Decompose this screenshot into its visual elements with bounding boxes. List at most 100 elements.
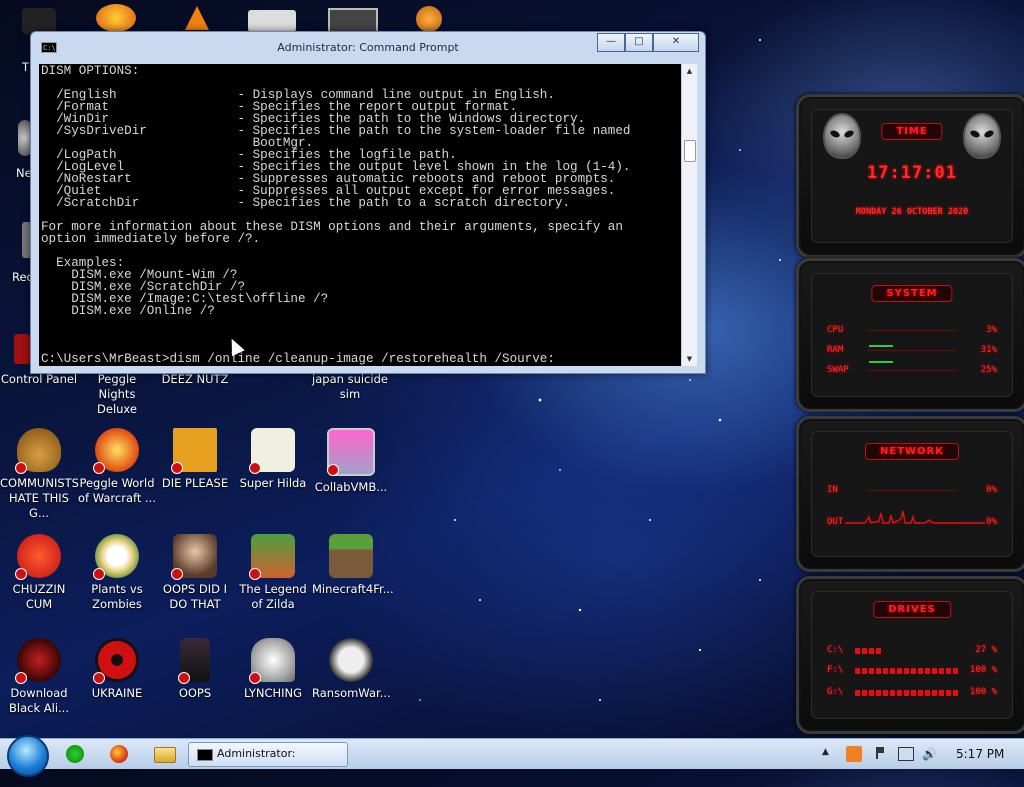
desktop-icon-label: Plants vs Zombies [91,582,143,611]
network-tray-icon[interactable] [898,747,914,761]
file-explorer-icon[interactable] [154,747,176,763]
time-date: MONDAY 26 OCTOBER 2020 [855,207,969,217]
desktop-icon-zilda[interactable]: The Legend of Zilda [234,534,312,612]
desktop-icon-oops[interactable]: OOPS [156,638,234,701]
desktop-icon-label: DEEZ NUTZ [161,372,229,386]
desktop-icon-label: Peggle Nights Deluxe [97,372,137,416]
desktop-icon-label: CollabVMB... [314,480,388,494]
partial-icon-3[interactable] [14,334,30,364]
system-gadget[interactable]: SYSTEM CPU 3% RAM 31% SWAP 25% [796,258,1024,412]
alien-head-icon [963,113,1001,159]
flower-icon [93,534,139,580]
drive-f-usage-bar [855,668,959,674]
die-logo-icon [171,428,217,474]
money-bag-icon [15,428,61,474]
scroll-down-arrow-icon[interactable]: ▼ [682,352,697,366]
console-output[interactable]: DISM OPTIONS: /English - Displays comman… [39,64,681,366]
top-icon-4[interactable] [248,10,296,32]
desktop-icon-chuzzin[interactable]: CHUZZIN CUM [0,534,78,612]
desktop-icon-label: Peggle World of Warcraft ... [78,476,156,505]
drives-gadget[interactable]: DRIVES C:\ 27 % F:\ 100 % G:\ 100 % [796,576,1024,734]
desktop-icon-label: COMMUNISTS HATE THIS G... [0,476,79,520]
scroll-up-arrow-icon[interactable]: ▲ [682,64,697,78]
desktop-icon-die-please[interactable]: DIE PLEASE [156,428,234,491]
desktop-icon-label: The Legend of Zilda [239,582,307,611]
desktop-icon-label: LYNCHING [243,686,303,700]
network-header: NETWORK [864,443,960,460]
cmd-taskbar-icon [197,749,213,761]
desktop-icon-label: OOPS [178,686,212,700]
maximize-button[interactable]: □ [625,33,653,52]
taskbar-clock[interactable]: 5:17 PM [956,747,1004,761]
cpu-graph-indicator [869,345,893,347]
desktop-icon-ukraine[interactable]: UKRAINE [78,638,156,701]
network-gadget[interactable]: NETWORK IN 0% OUT 0% [796,416,1024,572]
desktop-icon-lynching[interactable]: LYNCHING [234,638,312,701]
desktop-icon-label: UKRAINE [91,686,143,700]
alien-orb-icon [15,638,61,684]
desktop-icon-peggle-wow[interactable]: Peggle World of Warcraft ... [78,428,156,506]
desktop-icon-oops-did-i[interactable]: OOPS DID I DO THAT [156,534,234,612]
desktop-icon-super-hilda[interactable]: Super Hilda [234,428,312,491]
link-sprite-icon [249,534,295,580]
desktop-icon-japan-suicide-sim[interactable]: japan suicide sim [311,372,389,402]
show-hidden-icons-icon[interactable]: ▲ [822,747,829,757]
desktop-icon-label: OOPS DID I DO THAT [162,582,228,611]
command-prompt-window[interactable]: C:\ Administrator: Command Prompt — □ ✕ … [30,31,706,374]
window-titlebar[interactable]: C:\ Administrator: Command Prompt — □ ✕ [31,32,705,62]
volume-icon[interactable]: 🔊 [922,747,937,761]
desktop-icon-control-panel[interactable]: Control Panel [0,372,78,387]
action-center-flag-icon[interactable] [876,747,888,759]
start-button[interactable] [7,735,49,777]
drives-header: DRIVES [873,601,951,618]
radiation-icon [93,638,139,684]
desktop-icon-collabvm[interactable]: CollabVMB... [312,428,390,495]
emblem-icon [249,638,295,684]
scroll-thumb[interactable] [684,140,696,162]
desktop-icon-label: Minecraft4Fr... [312,582,394,596]
skull-icon [329,638,373,682]
time-gadget[interactable]: TIME 17:17:01 MONDAY 26 OCTOBER 2020 [796,94,1024,258]
pixel-cat-icon [249,428,295,474]
desktop-icon-label: japan suicide sim [312,372,388,401]
taskbar-button-command-prompt[interactable]: Administrator: Comma... [188,742,348,782]
alien-head-icon [823,113,861,159]
desktop-icon-label: Download Black Ali... [9,686,69,715]
taskbar-button-label: Administrator: Comma... [217,747,296,782]
monitor-icon [327,428,375,476]
ram-graph-indicator [869,361,893,363]
chat-app-icon[interactable] [66,745,84,763]
peggle-icon [93,428,139,474]
desktop-icon-deez-nutz[interactable]: DEEZ NUTZ [156,372,234,387]
portrait-icon [171,534,217,580]
grass-block-icon [329,534,373,578]
dark-book-icon [178,638,210,684]
top-icon-6[interactable] [416,6,442,32]
desktop-icon-label: Super Hilda [239,476,307,490]
time-clock: 17:17:01 [867,163,957,183]
taskbar: Administrator: Comma... ▲ 🔊 5:17 PM [0,735,1024,782]
drive-g-usage-bar [855,690,959,696]
vlc-icon[interactable] [185,6,209,30]
desktop-icon-ransomware[interactable]: RansomWar... [312,638,391,701]
time-header: TIME [881,123,943,140]
desktop-icon-label: Control Panel [0,372,78,386]
drive-c-usage-bar [855,648,883,654]
top-icon-2[interactable] [96,4,136,32]
desktop-icon-peggle-nights[interactable]: Peggle Nights Deluxe [78,372,156,417]
desktop-icon-communists[interactable]: COMMUNISTS HATE THIS G... [0,428,79,521]
system-header: SYSTEM [871,285,953,302]
firefox-icon[interactable] [110,745,128,763]
tray-app-icon[interactable] [846,746,862,762]
desktop-icon-label: RansomWar... [312,686,391,700]
minimize-button[interactable]: — [597,33,625,52]
desktop-icon-minecraft[interactable]: Minecraft4Fr... [312,534,394,597]
close-button[interactable]: ✕ [653,33,699,52]
network-out-graph [845,510,985,525]
red-fuzzball-icon [15,534,61,580]
desktop-icon-label: DIE PLEASE [161,476,229,490]
desktop-icon-black-ali[interactable]: Download Black Ali... [0,638,78,716]
desktop-icon-pvz[interactable]: Plants vs Zombies [78,534,156,612]
window-controls: — □ ✕ [597,33,699,52]
vertical-scrollbar[interactable]: ▲ ▼ [681,64,697,366]
